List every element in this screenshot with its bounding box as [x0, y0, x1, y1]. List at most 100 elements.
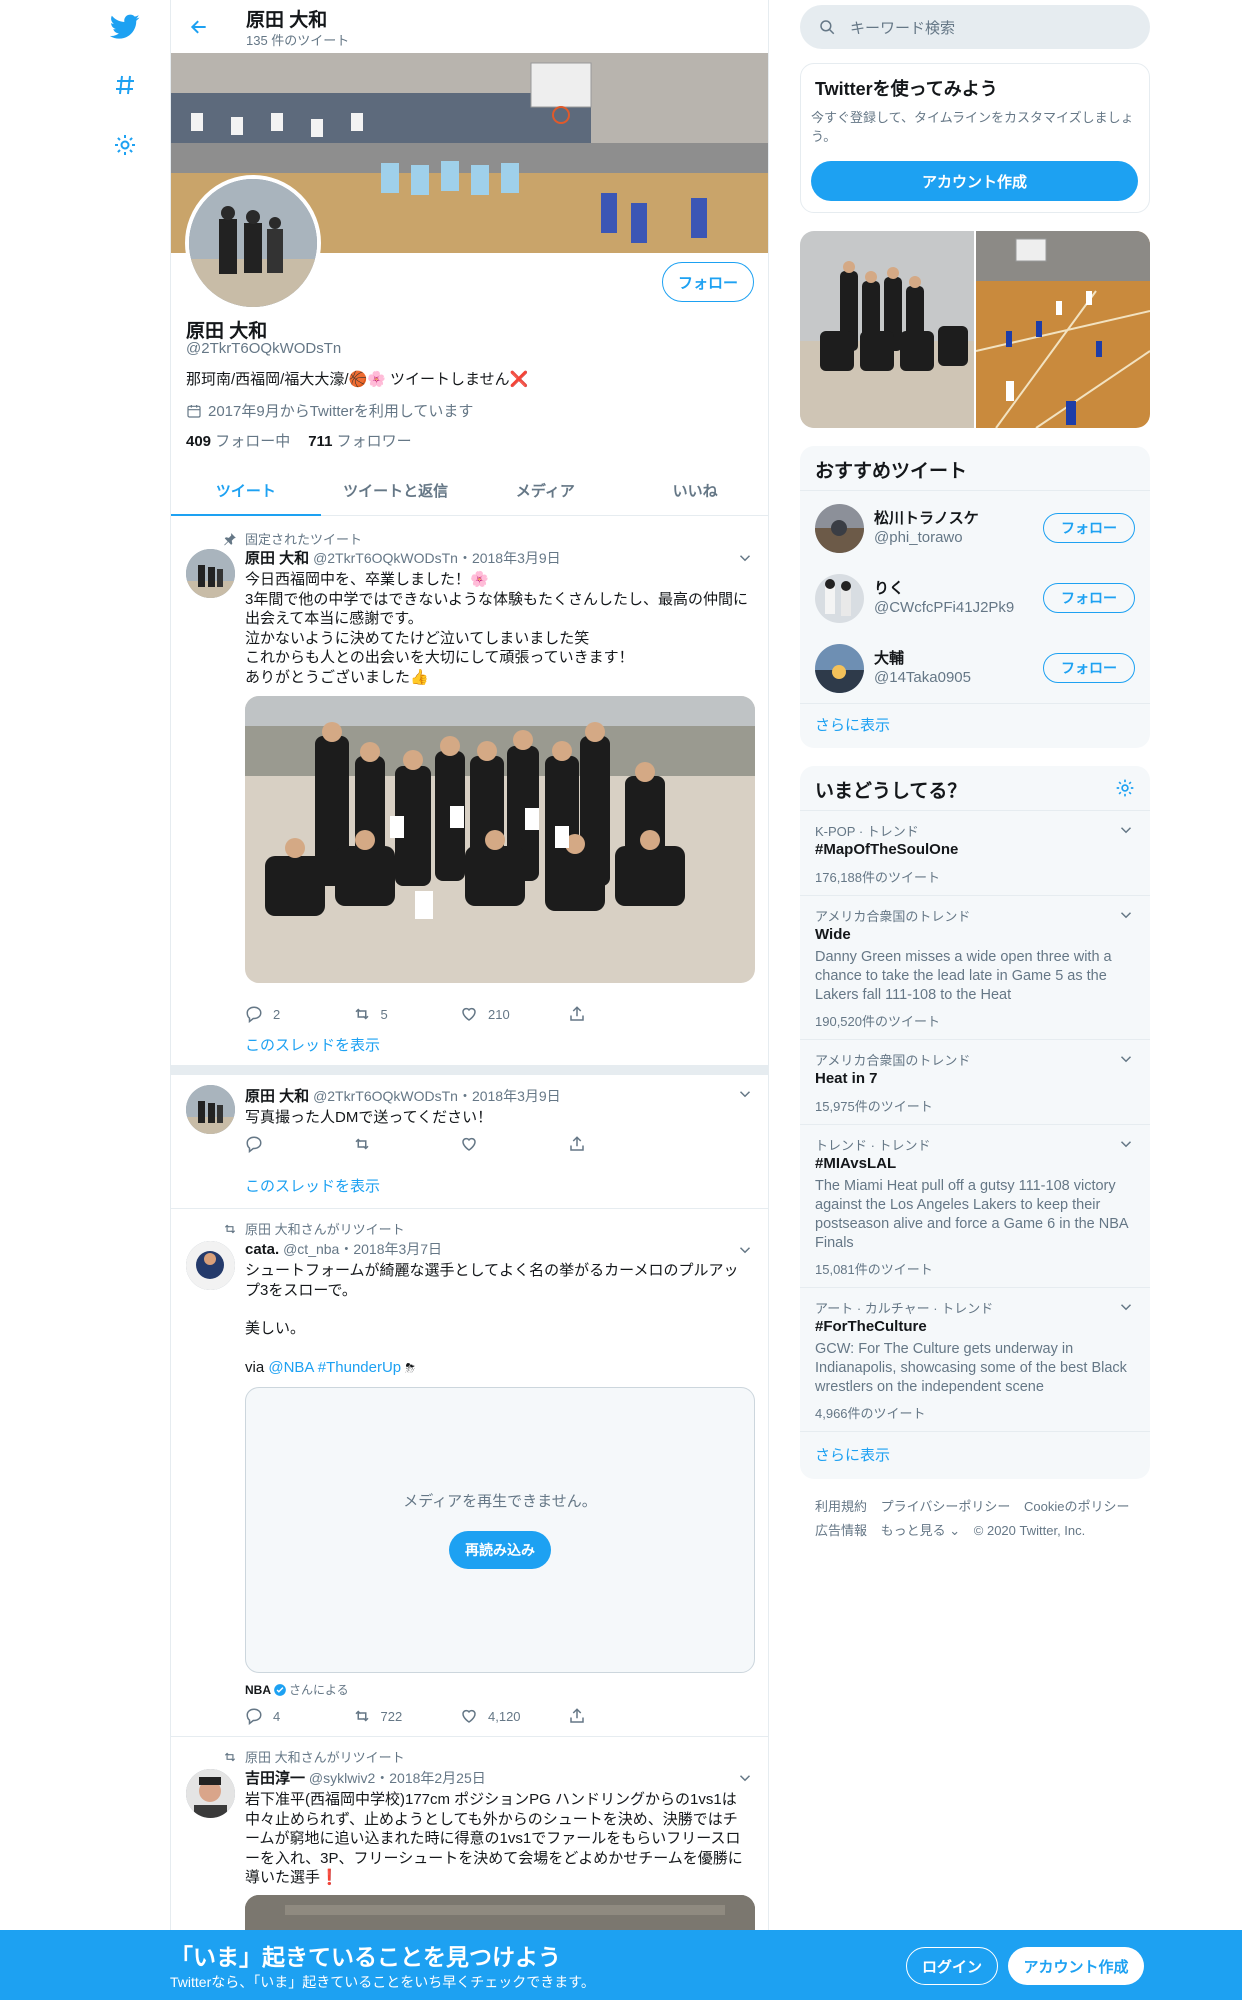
like-action[interactable] — [460, 1135, 568, 1153]
tweet-item[interactable]: 原田 大和さんがリツイート cata. @ct_nba・2018年3月7日 シュ… — [171, 1209, 768, 1737]
chevron-down-icon[interactable] — [1117, 906, 1135, 924]
gear-icon[interactable] — [100, 120, 150, 170]
footer-link-cookies[interactable]: Cookieのポリシー — [1024, 1499, 1129, 1514]
show-thread-link[interactable]: このスレッドを表示 — [245, 1034, 380, 1055]
heart-icon — [462, 1137, 476, 1151]
tweet-date[interactable]: ・2018年3月9日 — [458, 1088, 561, 1104]
footer-link-privacy[interactable]: プライバシーポリシー — [881, 1499, 1011, 1514]
chevron-down-icon[interactable] — [736, 1085, 754, 1103]
chevron-down-icon[interactable] — [736, 1241, 754, 1259]
tweet-author-handle[interactable]: @syklwiv2 — [309, 1770, 375, 1786]
recommend-user[interactable]: 大輔 @14Taka0905 フォロー — [800, 633, 1150, 703]
following-link[interactable]: 409 フォロー中 — [186, 430, 290, 451]
tweet-author-name[interactable]: cata. — [245, 1241, 279, 1258]
back-arrow-icon[interactable] — [183, 11, 215, 43]
gear-icon[interactable] — [1115, 778, 1135, 798]
show-more-link[interactable]: さらに表示 — [815, 714, 890, 735]
user-handle[interactable]: @14Taka0905 — [874, 669, 971, 686]
trend-item[interactable]: K-POP · トレンド #MapOfTheSoulOne 176,188件のツ… — [800, 810, 1150, 895]
footer-link-more[interactable]: もっと見る ⌄ — [881, 1523, 961, 1538]
retweeted-by[interactable]: 原田 大和さんがリツイート — [245, 1219, 405, 1238]
tweet-date[interactable]: ・2018年2月25日 — [375, 1770, 486, 1786]
tab-tweets-and-replies[interactable]: ツイートと返信 — [321, 466, 471, 515]
user-name[interactable]: 大輔 — [874, 647, 904, 668]
chevron-down-icon[interactable] — [1117, 1050, 1135, 1068]
tweet-author-name[interactable]: 原田 大和 — [245, 1088, 309, 1105]
retweet-action[interactable] — [353, 1135, 461, 1153]
tweet-date[interactable]: ・2018年3月7日 — [339, 1241, 442, 1257]
reply-action[interactable] — [245, 1135, 353, 1153]
user-avatar[interactable] — [815, 644, 864, 693]
reply-action[interactable]: 2 — [245, 1005, 353, 1023]
user-avatar[interactable] — [815, 504, 864, 553]
tweet-avatar[interactable] — [186, 1085, 235, 1134]
profile-avatar[interactable] — [185, 175, 321, 311]
tab-media[interactable]: メディア — [471, 466, 621, 515]
media-player[interactable]: メディアを再生できません。 再読み込み — [245, 1387, 755, 1673]
tweet-avatar[interactable] — [186, 1769, 235, 1818]
retweeted-by[interactable]: 原田 大和さんがリツイート — [245, 1747, 405, 1766]
reload-button[interactable]: 再読み込み — [449, 1531, 551, 1569]
recommend-user[interactable]: りく @CWcfcPFi41J2Pk9 フォロー — [800, 563, 1150, 633]
tweet-pinned[interactable]: 固定されたツイート 原田 大和 @2TkrT6OQkWODsTn・2018年3月… — [171, 517, 768, 1065]
like-action[interactable]: 4,120 — [460, 1707, 568, 1725]
signup-button[interactable]: アカウント作成 — [1008, 1947, 1144, 1985]
twitter-logo-icon[interactable] — [100, 2, 150, 52]
share-action[interactable] — [568, 1005, 676, 1023]
like-action[interactable]: 210 — [460, 1005, 568, 1023]
retweet-action[interactable]: 722 — [353, 1707, 461, 1725]
user-name[interactable]: 松川トラノスケ — [874, 507, 979, 528]
trend-item[interactable]: アメリカ合衆国のトレンド Heat in 7 15,975件のツイート — [800, 1039, 1150, 1124]
hashtag-link[interactable]: #ThunderUp — [318, 1359, 401, 1376]
user-avatar[interactable] — [815, 574, 864, 623]
share-action[interactable] — [568, 1135, 676, 1153]
tweet-item[interactable]: 原田 大和 @2TkrT6OQkWODsTn・2018年3月9日 写真撮った人D… — [171, 1075, 768, 1209]
followers-link[interactable]: 711 フォロワー — [308, 430, 411, 451]
header-name: 原田 大和 — [246, 10, 328, 31]
trend-item[interactable]: アメリカ合衆国のトレンド Wide Danny Green misses a w… — [800, 895, 1150, 1039]
footer-link-ads[interactable]: 広告情報 — [815, 1523, 867, 1538]
mention-link[interactable]: @NBA — [268, 1359, 313, 1376]
follow-button[interactable]: フォロー — [662, 262, 754, 302]
show-more-link[interactable]: さらに表示 — [815, 1444, 890, 1465]
media-source-name[interactable]: NBA — [245, 1683, 271, 1697]
create-account-button[interactable]: アカウント作成 — [811, 161, 1138, 201]
tweet-author-handle[interactable]: @ct_nba — [283, 1241, 339, 1257]
follow-button[interactable]: フォロー — [1043, 513, 1135, 543]
login-button[interactable]: ログイン — [906, 1947, 998, 1985]
trend-item[interactable]: トレンド · トレンド #MIAvsLAL The Miami Heat pul… — [800, 1124, 1150, 1287]
gallery-photo[interactable] — [800, 231, 974, 428]
tweet-author-name[interactable]: 原田 大和 — [245, 550, 309, 567]
chevron-down-icon[interactable] — [1117, 821, 1135, 839]
tweet-author-handle[interactable]: @2TkrT6OQkWODsTn — [313, 1088, 458, 1104]
tweet-photo[interactable] — [245, 696, 755, 983]
media-gallery[interactable] — [800, 231, 1150, 428]
reply-action[interactable]: 4 — [245, 1707, 353, 1725]
trend-item[interactable]: アート · カルチャー · トレンド #ForTheCulture GCW: F… — [800, 1287, 1150, 1431]
gallery-photo[interactable] — [975, 231, 1150, 428]
user-handle[interactable]: @phi_torawo — [874, 529, 963, 546]
tweet-date[interactable]: ・2018年3月9日 — [458, 550, 561, 566]
footer-link-terms[interactable]: 利用規約 — [815, 1499, 867, 1514]
retweet-action[interactable]: 5 — [353, 1005, 461, 1023]
search-input[interactable]: キーワード検索 — [850, 17, 955, 38]
chevron-down-icon[interactable] — [736, 1769, 754, 1787]
show-thread-link[interactable]: このスレッドを表示 — [245, 1175, 380, 1196]
follow-button[interactable]: フォロー — [1043, 653, 1135, 683]
follow-button[interactable]: フォロー — [1043, 583, 1135, 613]
hashtag-icon[interactable] — [100, 60, 150, 110]
search-box[interactable]: キーワード検索 — [800, 5, 1150, 49]
user-handle[interactable]: @CWcfcPFi41J2Pk9 — [874, 599, 1014, 616]
tab-likes[interactable]: いいね — [620, 466, 768, 515]
tab-tweets[interactable]: ツイート — [171, 466, 321, 516]
share-action[interactable] — [568, 1707, 676, 1725]
tweet-avatar[interactable] — [186, 1241, 235, 1290]
tweet-author-name[interactable]: 吉田淳一 — [245, 1770, 305, 1787]
user-name[interactable]: りく — [874, 577, 904, 598]
tweet-avatar[interactable] — [186, 549, 235, 598]
tweet-author-handle[interactable]: @2TkrT6OQkWODsTn — [313, 550, 458, 566]
chevron-down-icon[interactable] — [736, 549, 754, 567]
chevron-down-icon[interactable] — [1117, 1135, 1135, 1153]
recommend-user[interactable]: 松川トラノスケ @phi_torawo フォロー — [800, 493, 1150, 563]
chevron-down-icon[interactable] — [1117, 1298, 1135, 1316]
